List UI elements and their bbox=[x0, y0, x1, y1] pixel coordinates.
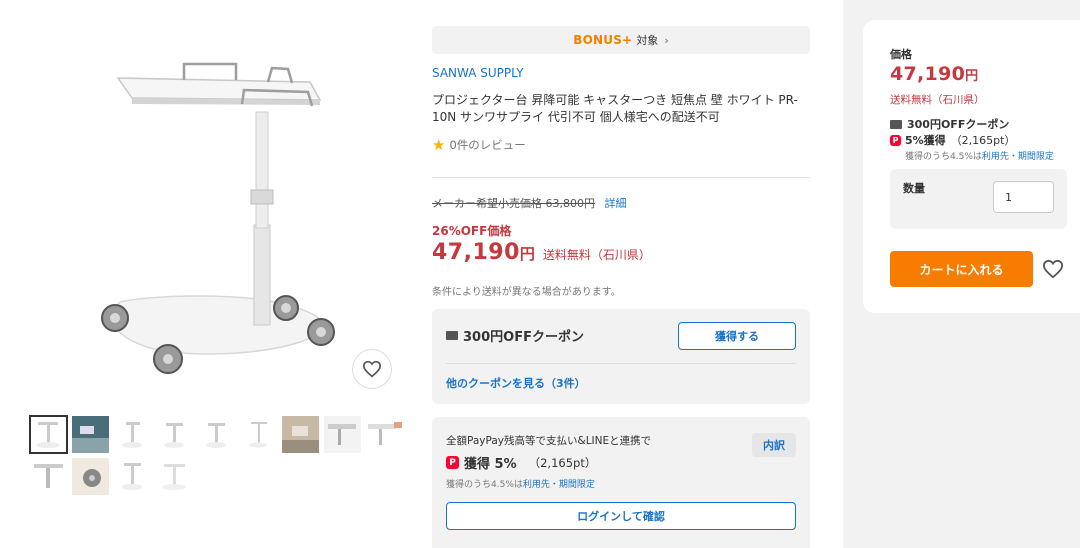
thumbnail-13[interactable] bbox=[156, 458, 193, 495]
cart-coupon: 300円OFFクーポン bbox=[890, 116, 1009, 132]
projector-stand-illustration bbox=[101, 62, 335, 374]
cart-price: 47,190 円 bbox=[890, 63, 978, 85]
brand-link[interactable]: SANWA SUPPLY bbox=[432, 66, 524, 80]
list-price-row: メーカー希望小売価格 63,800円 詳細 bbox=[432, 195, 627, 211]
thumbnail-12[interactable] bbox=[114, 458, 151, 495]
main-product-image[interactable] bbox=[30, 30, 400, 400]
quantity-box: 数量 1 bbox=[890, 169, 1067, 229]
coupon-ticket-icon bbox=[890, 119, 902, 129]
thumbnail-9[interactable] bbox=[366, 416, 403, 453]
login-confirm-button[interactable]: ログインして確認 bbox=[446, 502, 796, 530]
chevron-right-icon: › bbox=[664, 33, 669, 47]
thumbnail-5[interactable] bbox=[198, 416, 235, 453]
cart-paypay-points: （2,165pt） bbox=[950, 134, 1016, 147]
cart-price-value: 47,190 bbox=[890, 63, 966, 85]
cart-shipping: 送料無料（石川県） bbox=[890, 94, 985, 106]
shipping-note: 条件により送料が異なる場合があります。 bbox=[432, 287, 621, 298]
get-coupon-button[interactable]: 獲得する bbox=[678, 322, 796, 350]
usage-link[interactable]: 利用先・期間限定 bbox=[523, 480, 595, 490]
heart-icon bbox=[1042, 259, 1064, 279]
cart-paypay-sub: 獲得のうち4.5%は利用先・期間限定 bbox=[905, 149, 1054, 162]
cart-price-unit: 円 bbox=[965, 69, 979, 84]
paypay-earn: 獲得 5% bbox=[464, 457, 517, 472]
thumbnail-1[interactable] bbox=[29, 415, 68, 454]
review-count: 0件のレビュー bbox=[449, 138, 526, 152]
paypay-sub-prefix: 獲得のうち4.5%は bbox=[446, 480, 523, 490]
detail-link[interactable]: 詳細 bbox=[605, 197, 627, 210]
product-title: プロジェクター台 昇降可能 キャスターつき 短焦点 壁 ホワイト PR-10N … bbox=[432, 93, 798, 124]
paypay-points: （2,165pt） bbox=[528, 455, 597, 470]
paypay-description: 全額PayPay残高等で支払い&LINEと連携で bbox=[446, 435, 652, 447]
breakdown-button[interactable]: 内訳 bbox=[752, 433, 796, 457]
thumbnail-8[interactable] bbox=[324, 416, 361, 453]
bonus-label: 対象 bbox=[636, 34, 659, 47]
divider bbox=[446, 363, 796, 364]
bonus-logo: BONUS+ bbox=[573, 33, 633, 47]
cart-coupon-text: 300円OFFクーポン bbox=[907, 118, 1010, 131]
divider bbox=[432, 177, 810, 178]
star-icon: ★ bbox=[432, 136, 446, 154]
list-price: メーカー希望小売価格 63,800円 bbox=[432, 197, 595, 210]
more-coupons-link[interactable]: 他のクーポンを見る（3件） bbox=[446, 375, 586, 391]
price-label: 価格 bbox=[890, 48, 912, 61]
bonus-banner[interactable]: BONUS+ 対象 › bbox=[432, 26, 810, 54]
cart-paypay-earn: 5%獲得 bbox=[905, 134, 946, 147]
favorite-button[interactable] bbox=[352, 349, 392, 389]
thumbnail-6[interactable] bbox=[240, 416, 277, 453]
paypay-box: 全額PayPay残高等で支払い&LINEと連携で 内訳 P 獲得 5% （2,1… bbox=[432, 417, 810, 548]
thumbnail-3[interactable] bbox=[114, 416, 151, 453]
thumbnail-7[interactable] bbox=[282, 416, 319, 453]
coupon-title-text: 300円OFFクーポン bbox=[463, 330, 584, 345]
discount-label: 26%OFF価格 bbox=[432, 224, 512, 238]
paypay-sub-note: 獲得のうち4.5%は利用先・期間限定 bbox=[446, 477, 595, 490]
cart-sub-prefix: 獲得のうち4.5%は bbox=[905, 152, 982, 162]
coupon-ticket-icon bbox=[446, 331, 458, 340]
add-to-cart-button[interactable]: カートに入れる bbox=[890, 251, 1033, 287]
quantity-input[interactable]: 1 bbox=[993, 181, 1054, 213]
paypay-earn-row: P 獲得 5% （2,165pt） bbox=[446, 453, 596, 472]
currency-unit: 円 bbox=[519, 245, 535, 263]
thumbnail-2[interactable] bbox=[72, 416, 109, 453]
cart-paypay-row: P 5%獲得 （2,165pt） bbox=[890, 132, 1015, 148]
cart-usage-link[interactable]: 利用先・期間限定 bbox=[982, 152, 1054, 162]
cart-card: 価格 47,190 円 送料無料（石川県） 300円OFFクーポン P 5%獲得… bbox=[863, 20, 1080, 313]
thumbnail-4[interactable] bbox=[156, 416, 193, 453]
quantity-label: 数量 bbox=[903, 182, 925, 195]
price-row: 47,190 円 送料無料（石川県） bbox=[432, 240, 651, 265]
paypay-icon: P bbox=[446, 456, 459, 469]
thumbnail-10[interactable] bbox=[30, 458, 67, 495]
coupon-title: 300円OFFクーポン bbox=[446, 326, 584, 345]
sale-price: 47,190 bbox=[432, 240, 520, 265]
paypay-icon: P bbox=[890, 134, 901, 146]
coupon-box: 300円OFFクーポン 獲得する 他のクーポンを見る（3件） bbox=[432, 309, 810, 404]
thumbnail-11[interactable] bbox=[72, 458, 109, 495]
cart-favorite-button[interactable] bbox=[1042, 259, 1064, 279]
shipping-info: 送料無料（石川県） bbox=[542, 248, 651, 262]
review-summary[interactable]: ★ 0件のレビュー bbox=[432, 136, 526, 154]
heart-icon bbox=[362, 360, 382, 378]
product-page: BONUS+ 対象 › SANWA SUPPLY プロジェクター台 昇降可能 キ… bbox=[0, 0, 1080, 548]
